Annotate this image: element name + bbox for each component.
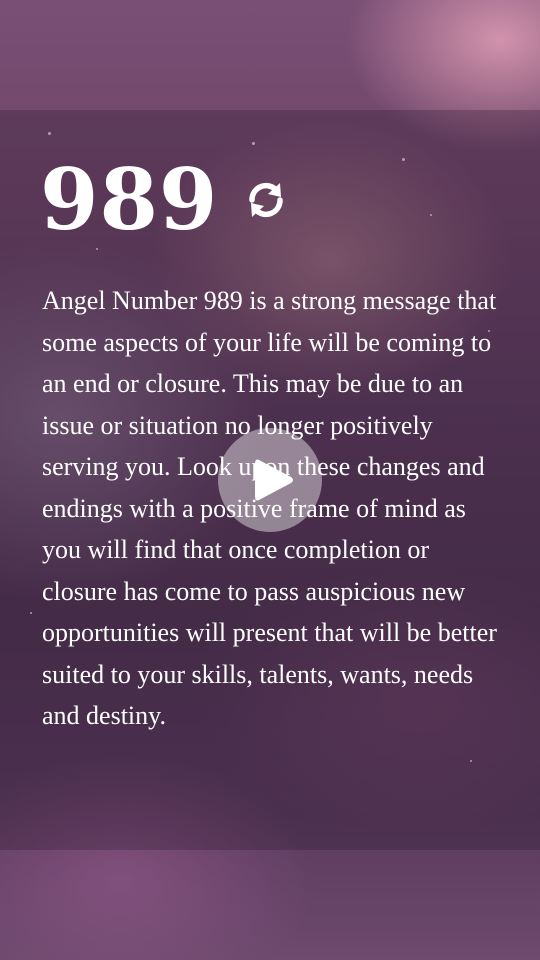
play-button[interactable] (218, 428, 322, 532)
refresh-icon[interactable] (244, 178, 288, 222)
angel-number-title: 989 (40, 150, 219, 249)
play-icon (255, 459, 293, 501)
video-frame: 989 Angel Number 989 is a strong message… (0, 0, 540, 960)
title-row: 989 (40, 150, 288, 250)
